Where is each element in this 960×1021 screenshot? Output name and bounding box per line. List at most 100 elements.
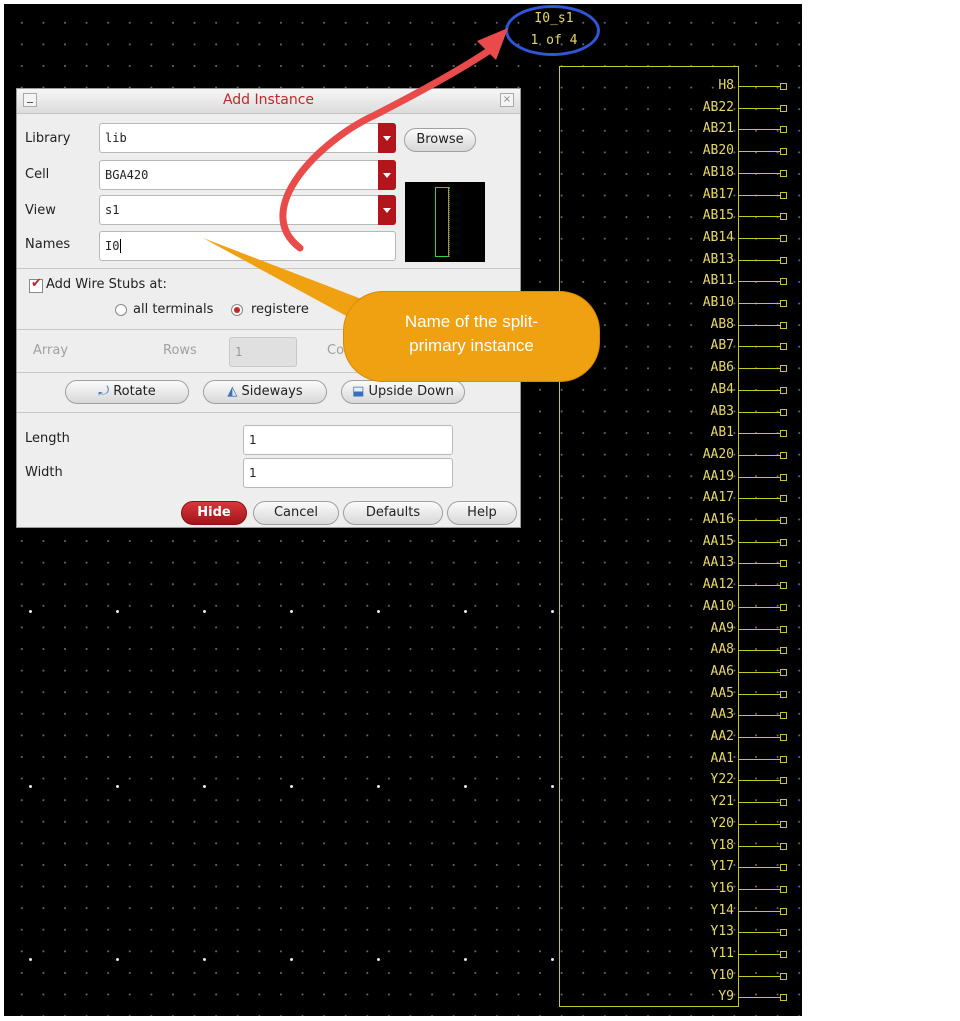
chevron-down-icon[interactable]	[378, 160, 396, 190]
chevron-down-icon[interactable]	[378, 123, 396, 153]
library-combo[interactable]: lib	[99, 123, 396, 153]
library-label: Library	[25, 131, 71, 146]
pin-terminal[interactable]	[780, 647, 787, 655]
pin-terminal[interactable]	[780, 929, 787, 937]
pin-terminal[interactable]	[780, 148, 787, 156]
pin-label: AB18	[702, 164, 734, 180]
wire-stubs-checkbox[interactable]: ✔	[29, 276, 43, 293]
pin-wire	[739, 303, 781, 304]
rotate-icon: ⤾	[98, 384, 110, 399]
pin-terminal[interactable]	[780, 83, 787, 90]
pin-terminal[interactable]	[780, 864, 787, 872]
upside-down-button[interactable]: ⬓ Upside Down	[341, 380, 465, 404]
pin-wire	[739, 867, 781, 869]
pin-terminal[interactable]	[780, 430, 787, 438]
pin-terminal[interactable]	[780, 408, 787, 416]
pin-terminal[interactable]	[780, 213, 787, 221]
pin-terminal[interactable]	[780, 951, 787, 958]
pin-terminal[interactable]	[780, 712, 787, 720]
pin-terminal[interactable]	[780, 538, 787, 546]
cell-label: Cell	[25, 167, 50, 182]
pin-terminal[interactable]	[780, 842, 787, 850]
pin-terminal[interactable]	[780, 560, 787, 568]
width-input[interactable]: 1	[243, 458, 453, 488]
hide-button[interactable]: Hide	[181, 501, 247, 525]
pin-terminal[interactable]	[780, 799, 787, 807]
pin-terminal[interactable]	[780, 625, 787, 633]
pin-wire	[739, 86, 781, 87]
rotate-button[interactable]: ⤾ Rotate	[65, 380, 189, 404]
sideways-icon: ◭	[227, 384, 238, 399]
length-input[interactable]: 1	[243, 425, 453, 455]
pin-terminal[interactable]	[780, 495, 787, 503]
pin-wire	[739, 563, 781, 565]
pin-terminal[interactable]	[780, 734, 787, 741]
pin-terminal[interactable]	[780, 972, 787, 980]
grid-dot	[464, 958, 467, 961]
radio-registered[interactable]	[231, 304, 243, 316]
help-button[interactable]: Help	[447, 501, 517, 525]
dialog-titlebar[interactable]: Add Instance ×	[17, 89, 520, 114]
sideways-button[interactable]: ◭ Sideways	[203, 380, 327, 404]
pin-wire	[739, 606, 781, 608]
pin-wire	[739, 259, 781, 261]
names-input[interactable]: I0	[99, 231, 396, 261]
close-icon[interactable]: ×	[500, 93, 514, 107]
pin-wire	[739, 194, 781, 196]
pin-terminal[interactable]	[780, 885, 787, 893]
chevron-down-icon[interactable]	[378, 195, 396, 225]
pin-terminal[interactable]	[780, 820, 787, 828]
pin-terminal[interactable]	[780, 473, 787, 481]
cell-combo[interactable]: BGA420	[99, 160, 396, 190]
pin-terminal[interactable]	[780, 343, 787, 351]
pin-terminal[interactable]	[780, 126, 787, 134]
pin-wire	[739, 628, 781, 630]
pin-terminal[interactable]	[780, 755, 787, 763]
rows-input[interactable]: 1	[229, 337, 297, 367]
pin-terminal[interactable]	[780, 365, 787, 373]
grid-dot	[377, 958, 380, 961]
grid-dot	[551, 610, 554, 613]
pin-terminal[interactable]	[780, 582, 787, 590]
grid-dot	[290, 785, 293, 788]
pin-label: AB7	[710, 338, 734, 354]
pin-terminal[interactable]	[780, 300, 787, 307]
grid-dot	[203, 610, 206, 613]
pin-terminal[interactable]	[780, 256, 787, 264]
pin-terminal[interactable]	[780, 603, 787, 611]
pin-terminal[interactable]	[780, 321, 787, 329]
pin-terminal[interactable]	[780, 191, 787, 199]
pin-terminal[interactable]	[780, 668, 787, 676]
radio-all-terminals[interactable]	[115, 304, 127, 316]
pin-terminal[interactable]	[780, 690, 787, 698]
pin-terminal[interactable]	[780, 994, 787, 1002]
pin-terminal[interactable]	[780, 777, 787, 785]
grid-dot	[116, 958, 119, 961]
grid-dot	[116, 785, 119, 788]
grid-dot	[29, 958, 32, 961]
pin-terminal[interactable]	[780, 517, 787, 524]
pin-terminal[interactable]	[780, 234, 787, 242]
pin-wire	[739, 975, 781, 977]
pin-wire	[739, 954, 781, 955]
pin-terminal[interactable]	[780, 278, 787, 286]
pin-wire	[739, 932, 781, 934]
browse-button[interactable]: Browse	[404, 128, 476, 152]
pin-label: Y9	[718, 989, 734, 1005]
pin-label: AA5	[710, 685, 734, 701]
pin-label: AB14	[702, 229, 734, 245]
cancel-button[interactable]: Cancel	[253, 501, 339, 525]
pin-wire	[739, 454, 781, 456]
grid-dot	[29, 785, 32, 788]
pin-terminal[interactable]	[780, 907, 787, 915]
pin-label: Y21	[710, 794, 734, 810]
pin-terminal[interactable]	[780, 169, 787, 177]
defaults-button[interactable]: Defaults	[343, 501, 443, 525]
pin-terminal[interactable]	[780, 386, 787, 394]
length-label: Length	[25, 431, 70, 446]
pin-terminal[interactable]	[780, 451, 787, 459]
grid-dot	[551, 785, 554, 788]
pin-terminal[interactable]	[780, 104, 787, 112]
view-combo[interactable]: s1	[99, 195, 396, 225]
pin-label: AA1	[710, 750, 734, 766]
